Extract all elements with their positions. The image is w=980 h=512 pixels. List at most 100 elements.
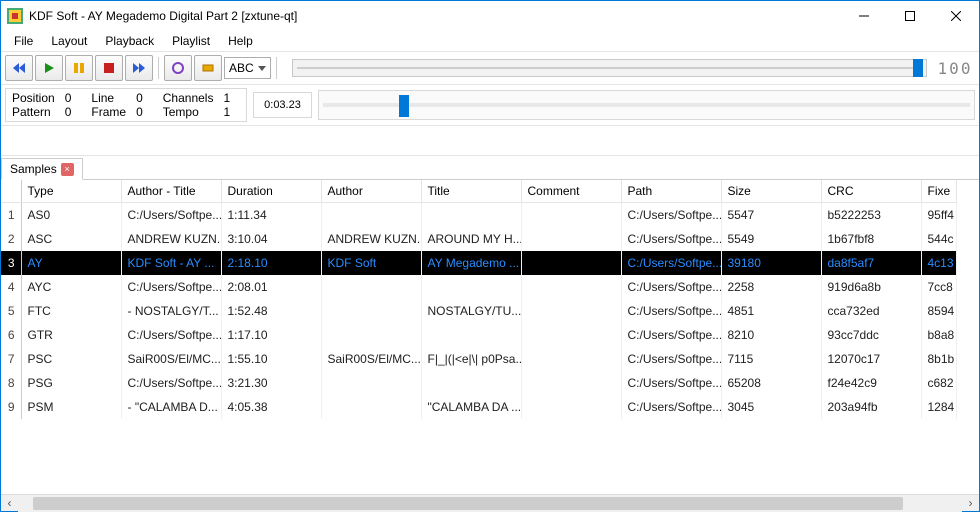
scroll-left-icon[interactable]: ‹ (1, 495, 18, 512)
cell-fixed: 8b1b (921, 347, 956, 371)
menu-playback[interactable]: Playback (96, 32, 163, 50)
col-title[interactable]: Title (421, 180, 521, 203)
cell-author (321, 275, 421, 299)
col-path[interactable]: Path (621, 180, 721, 203)
cell-title: NOSTALGY/TU... (421, 299, 521, 323)
cell-at: C:/Users/Softpe... (121, 323, 221, 347)
play-button[interactable] (35, 55, 63, 81)
table-row[interactable]: 3AYKDF Soft - AY ...2:18.10KDF SoftAY Me… (1, 251, 956, 275)
cell-type: PSC (21, 347, 121, 371)
cell-n: 8 (1, 371, 21, 395)
shuffle-button[interactable] (194, 55, 222, 81)
progress-slider[interactable] (318, 90, 975, 120)
cell-author: KDF Soft (321, 251, 421, 275)
cell-n: 9 (1, 395, 21, 419)
table-row[interactable]: 7PSCSaiR00S/El/MC...1:55.10SaiR00S/El/MC… (1, 347, 956, 371)
cell-author: SaiR00S/El/MC... (321, 347, 421, 371)
tab-samples[interactable]: Samples × (1, 158, 83, 180)
stop-button[interactable] (95, 55, 123, 81)
col-type[interactable]: Type (21, 180, 121, 203)
cell-at: C:/Users/Softpe... (121, 275, 221, 299)
cell-path: C:/Users/Softpe... (621, 323, 721, 347)
cell-crc: b5222253 (821, 203, 921, 228)
volume-slider[interactable] (292, 59, 927, 77)
col-crc[interactable]: CRC (821, 180, 921, 203)
position-label: Position (12, 91, 55, 105)
status-row: Position0 Line0 Channels1 Pattern0 Frame… (1, 85, 979, 126)
cell-at: C:/Users/Softpe... (121, 203, 221, 228)
cell-n: 4 (1, 275, 21, 299)
cell-author (321, 323, 421, 347)
cell-crc: 919d6a8b (821, 275, 921, 299)
table-row[interactable]: 5FTC - NOSTALGY/T...1:52.48 NOSTALGY/TU..… (1, 299, 956, 323)
channels-label: Channels (163, 91, 214, 105)
horizontal-scrollbar[interactable]: ‹ › (1, 494, 979, 511)
frame-label: Frame (91, 105, 126, 119)
pattern-value: 0 (65, 105, 82, 119)
col-fixed[interactable]: Fixe (921, 180, 956, 203)
cell-size: 65208 (721, 371, 821, 395)
cell-comment (521, 371, 621, 395)
menu-layout[interactable]: Layout (42, 32, 96, 50)
menubar: File Layout Playback Playlist Help (1, 31, 979, 51)
cell-comment (521, 251, 621, 275)
cell-path: C:/Users/Softpe... (621, 347, 721, 371)
col-author[interactable]: Author (321, 180, 421, 203)
pause-button[interactable] (65, 55, 93, 81)
cell-fixed: b8a8 (921, 323, 956, 347)
cell-dur: 1:52.48 (221, 299, 321, 323)
scroll-right-icon[interactable]: › (962, 495, 979, 512)
sort-select[interactable]: ABC (224, 57, 271, 79)
cell-at: - NOSTALGY/T... (121, 299, 221, 323)
cell-author (321, 299, 421, 323)
menu-playlist[interactable]: Playlist (163, 32, 219, 50)
cell-title (421, 275, 521, 299)
cell-path: C:/Users/Softpe... (621, 251, 721, 275)
cell-type: FTC (21, 299, 121, 323)
cell-n: 3 (1, 251, 21, 275)
cell-at: SaiR00S/El/MC... (121, 347, 221, 371)
cell-fixed: 8594 (921, 299, 956, 323)
cell-type: PSG (21, 371, 121, 395)
col-duration[interactable]: Duration (221, 180, 321, 203)
cell-crc: 1b67fbf8 (821, 227, 921, 251)
col-size[interactable]: Size (721, 180, 821, 203)
prev-button[interactable] (5, 55, 33, 81)
cell-crc: cca732ed (821, 299, 921, 323)
menu-file[interactable]: File (5, 32, 42, 50)
tab-close-icon[interactable]: × (61, 163, 74, 176)
playlist-table: Type Author - Title Duration Author Titl… (1, 180, 979, 494)
cell-title: "CALAMBA DA ... (421, 395, 521, 419)
cell-crc: f24e42c9 (821, 371, 921, 395)
position-value: 0 (65, 91, 82, 105)
cell-author: ANDREW KUZN... (321, 227, 421, 251)
minimize-button[interactable] (841, 1, 887, 31)
progress-handle[interactable] (399, 95, 409, 117)
cell-title: AROUND MY H... (421, 227, 521, 251)
table-row[interactable]: 9PSM - "CALAMBA D...4:05.38"CALAMBA DA .… (1, 395, 956, 419)
table-row[interactable]: 8PSGC:/Users/Softpe...3:21.30C:/Users/So… (1, 371, 956, 395)
volume-handle[interactable] (913, 59, 923, 77)
scrollbar-thumb[interactable] (33, 497, 903, 510)
loop-button[interactable] (164, 55, 192, 81)
line-label: Line (91, 91, 126, 105)
cell-size: 8210 (721, 323, 821, 347)
cell-comment (521, 275, 621, 299)
col-comment[interactable]: Comment (521, 180, 621, 203)
table-row[interactable]: 4AYCC:/Users/Softpe...2:08.01C:/Users/So… (1, 275, 956, 299)
table-row[interactable]: 2ASCANDREW KUZN...3:10.04ANDREW KUZN...A… (1, 227, 956, 251)
cell-title (421, 371, 521, 395)
titlebar: KDF Soft - AY Megademo Digital Part 2 [z… (1, 1, 979, 31)
col-author-title[interactable]: Author - Title (121, 180, 221, 203)
maximize-button[interactable] (887, 1, 933, 31)
close-button[interactable] (933, 1, 979, 31)
cell-dur: 2:08.01 (221, 275, 321, 299)
cell-n: 5 (1, 299, 21, 323)
cell-at: ANDREW KUZN... (121, 227, 221, 251)
table-row[interactable]: 1AS0C:/Users/Softpe...1:11.34C:/Users/So… (1, 203, 956, 228)
table-row[interactable]: 6GTRC:/Users/Softpe...1:17.10C:/Users/So… (1, 323, 956, 347)
next-button[interactable] (125, 55, 153, 81)
cell-n: 6 (1, 323, 21, 347)
menu-help[interactable]: Help (219, 32, 262, 50)
cell-size: 5547 (721, 203, 821, 228)
